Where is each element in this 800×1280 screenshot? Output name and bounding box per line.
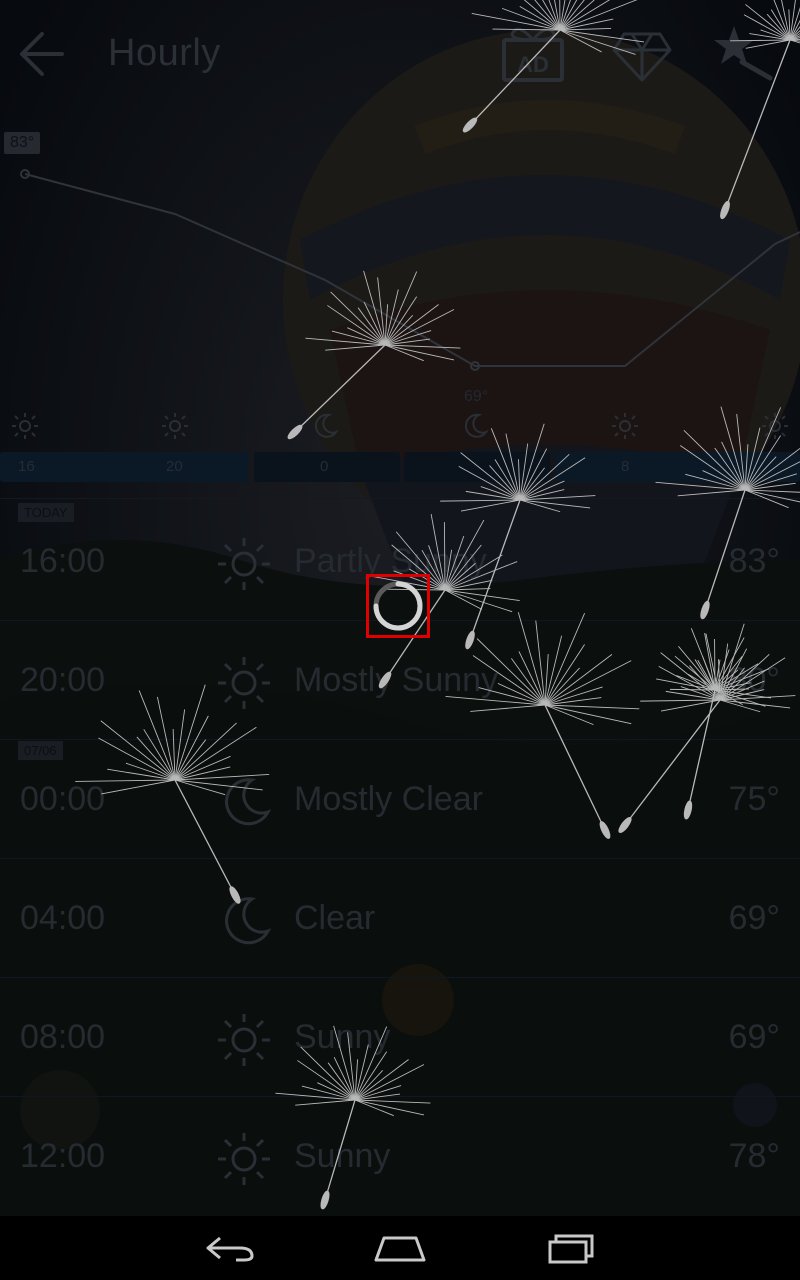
- sun-icon: [218, 1133, 270, 1185]
- sun-icon: [218, 538, 270, 590]
- row-time: 00:00: [20, 780, 106, 818]
- spinner-ring-icon: [373, 581, 423, 631]
- precip-label: 16: [18, 458, 35, 475]
- system-nav-bar: [0, 1216, 800, 1280]
- row-temp: 83°: [728, 542, 780, 580]
- precip-segment: [0, 452, 248, 482]
- nav-back-icon[interactable]: [200, 1230, 260, 1266]
- precipitation-bar: [0, 452, 800, 482]
- graph-high-temp: 83°: [4, 132, 41, 154]
- row-condition: Mostly Clear: [294, 780, 483, 818]
- row-time: 08:00: [20, 1018, 106, 1056]
- row-temp: 75°: [728, 780, 780, 818]
- nav-home-icon[interactable]: [370, 1230, 430, 1266]
- moon-icon: [314, 413, 339, 438]
- temperature-line: [20, 169, 800, 371]
- row-temp: 78°: [728, 1137, 780, 1175]
- loading-spinner: [366, 574, 430, 638]
- hourly-row[interactable]: 00:00 Mostly Clear 75°: [0, 740, 800, 859]
- row-temp: 69°: [728, 899, 780, 937]
- precip-label: 8: [621, 458, 630, 475]
- moon-icon: [225, 897, 272, 945]
- moon-icon: [464, 413, 489, 438]
- sun-icon: [762, 413, 788, 439]
- row-time: 12:00: [20, 1137, 106, 1175]
- hourly-row[interactable]: 04:00 Clear 69°: [0, 859, 800, 978]
- sun-icon: [612, 413, 638, 439]
- row-condition: Sunny: [294, 1137, 391, 1175]
- row-condition: Sunny: [294, 1018, 391, 1056]
- precip-segment: [556, 452, 800, 482]
- precip-label: 0: [320, 458, 329, 475]
- hourly-row[interactable]: 08:00 Sunny 69°: [0, 978, 800, 1097]
- sun-icon: [218, 657, 270, 709]
- row-time: 04:00: [20, 899, 106, 937]
- row-time: 16:00: [20, 542, 106, 580]
- row-temp: 69°: [728, 1018, 780, 1056]
- precip-label: 20: [166, 458, 183, 475]
- row-time: 20:00: [20, 661, 106, 699]
- sun-icon: [162, 413, 188, 439]
- moon-icon: [225, 778, 272, 826]
- row-temp: 80°: [728, 661, 780, 699]
- app-window: Hourly AD 83° 69° 16 20 0 8 TODAY 16:00 …: [0, 0, 800, 1216]
- graph-low-temp: 69°: [464, 388, 489, 405]
- row-condition: Mostly Sunny: [294, 661, 499, 699]
- sun-icon: [218, 1014, 270, 1066]
- sun-icon: [12, 413, 38, 439]
- precip-segment: [404, 452, 550, 482]
- row-condition: Clear: [294, 899, 376, 937]
- divider: [0, 498, 800, 499]
- nav-recents-icon[interactable]: [540, 1230, 600, 1266]
- hourly-row[interactable]: 12:00 Sunny 78°: [0, 1097, 800, 1215]
